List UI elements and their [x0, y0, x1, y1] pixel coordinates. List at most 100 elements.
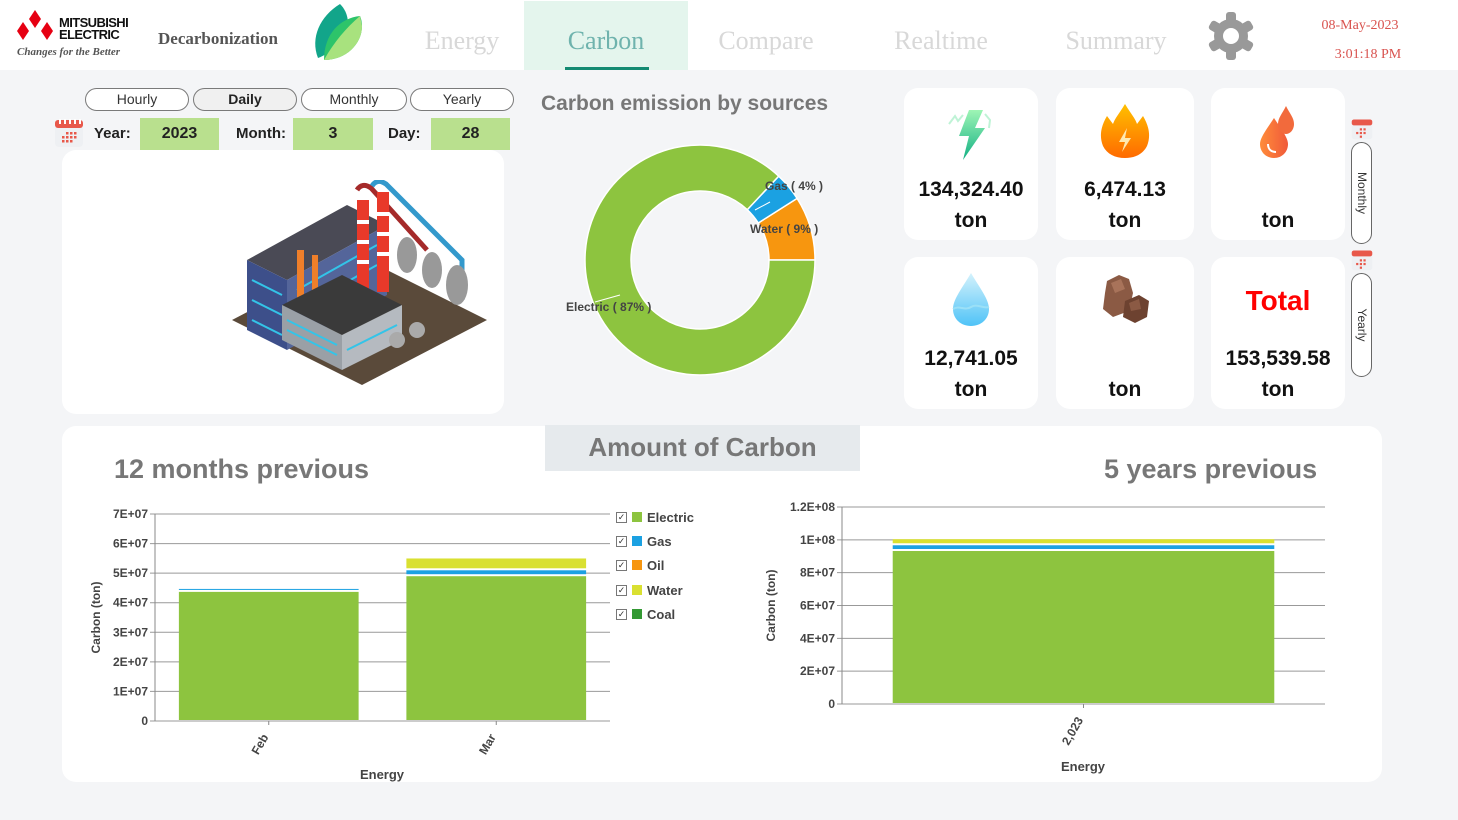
coal-unit: ton: [1108, 378, 1142, 401]
legend-swatch: [632, 585, 642, 595]
yearly-carbon-bar-chart: 0 2E+07 4E+07 6E+07 8E+07 1E+08 1.2E+08 2,023 En…: [764, 500, 1325, 774]
legend-item-electric[interactable]: ✓ Electric: [616, 508, 694, 526]
tab-carbon[interactable]: Carbon: [524, 1, 688, 70]
y-tick-label: 0: [828, 697, 835, 711]
x-tick-label: Mar: [476, 731, 499, 757]
legend-swatch: [632, 512, 642, 522]
three-diamonds-icon: [17, 10, 53, 40]
electric-unit: ton: [954, 209, 988, 232]
water-unit: ton: [954, 378, 988, 401]
legend-swatch: [632, 536, 642, 546]
active-tab-underline: [565, 67, 649, 70]
lightning-bolt-icon: [948, 110, 992, 160]
legend-checkbox[interactable]: ✓: [616, 559, 627, 571]
five-years-title: 5 years previous: [1104, 454, 1318, 484]
twelve-months-title: 12 months previous: [114, 454, 370, 484]
legend-label: Electric: [647, 509, 694, 525]
brand-line-2: ELECTRIC: [59, 27, 120, 42]
x-tick-label: 2,023: [1059, 714, 1086, 747]
x-axis-label: Energy: [360, 767, 405, 782]
day-field[interactable]: 28: [431, 118, 510, 150]
tab-compare-label: Compare: [718, 26, 814, 55]
coal-stat-card: ton: [1056, 257, 1194, 409]
bar-gas-2023: [892, 545, 1275, 550]
y-tick-label: 6E+07: [113, 537, 148, 551]
period-yearly-button[interactable]: Yearly: [410, 88, 514, 111]
donut-chart-title: Carbon emission by sources: [541, 92, 829, 115]
brand-slogan: Changes for the Better: [17, 46, 120, 58]
legend-item-gas[interactable]: ✓ Gas: [616, 532, 672, 550]
legend-checkbox[interactable]: ✓: [616, 608, 627, 620]
total-label: Total: [1245, 285, 1311, 316]
tab-compare[interactable]: Compare: [696, 1, 836, 70]
legend-item-water[interactable]: ✓ Water: [616, 581, 683, 599]
tab-carbon-label: Carbon: [567, 26, 645, 55]
tab-energy[interactable]: Energy: [402, 1, 522, 70]
legend-item-coal[interactable]: ✓ Coal: [616, 605, 675, 623]
period-daily-button[interactable]: Daily: [193, 88, 297, 111]
yearly-side-button[interactable]: Yearly: [1351, 273, 1372, 377]
x-axis-label: Energy: [1061, 759, 1106, 774]
legend-label: Gas: [647, 533, 672, 549]
bar-water-2023: [892, 539, 1275, 544]
yearly-side-label: Yearly: [1354, 308, 1369, 342]
month-field[interactable]: 3: [293, 118, 373, 150]
tab-summary-label: Summary: [1065, 26, 1167, 55]
oil-drop-icon: [1260, 106, 1294, 158]
period-monthly-button[interactable]: Monthly: [301, 88, 407, 111]
y-tick-label: 3E+07: [113, 625, 148, 639]
total-value: 153,539.58: [1225, 347, 1331, 370]
year-label: Year:: [94, 125, 131, 142]
oil-unit: ton: [1261, 209, 1295, 232]
electric-stat-card: 134,324.40 ton: [904, 88, 1038, 240]
tab-summary[interactable]: Summary: [1046, 1, 1186, 70]
tab-realtime[interactable]: Realtime: [870, 1, 1012, 70]
monthly-side-button[interactable]: Monthly: [1351, 142, 1372, 244]
legend-label: Oil: [647, 557, 665, 573]
amount-of-carbon-title: Amount of Carbon: [545, 425, 860, 471]
bar-gas-feb: [178, 588, 359, 590]
y-tick-label: 2E+07: [800, 664, 835, 678]
period-hourly-button[interactable]: Hourly: [85, 88, 189, 111]
y-tick-label: 4E+07: [113, 596, 148, 610]
gas-value: 6,474.13: [1084, 178, 1166, 201]
legend-swatch: [632, 609, 642, 619]
bar-water-mar: [406, 558, 587, 569]
monthly-carbon-bar-chart: 0 1E+07 2E+07 3E+07 4E+07 5E+07 6E+07 7E+07 Feb M…: [89, 507, 610, 782]
legend-swatch: [632, 560, 642, 570]
donut-label-electric: Electric ( 87% ): [566, 300, 651, 314]
y-tick-label: 7E+07: [113, 507, 148, 521]
factory-card: [62, 150, 504, 414]
water-drop-icon: [952, 273, 990, 326]
y-axis-label: Carbon (ton): [89, 582, 103, 654]
coal-rock-icon: [1103, 275, 1149, 323]
donut-label-water: Water ( 9% ): [750, 222, 818, 236]
year-field[interactable]: 2023: [140, 118, 219, 150]
legend-label: Coal: [647, 606, 676, 622]
settings-gear-icon[interactable]: [1206, 11, 1256, 61]
y-tick-label: 6E+07: [800, 599, 835, 613]
gas-flame-icon: [1100, 104, 1150, 158]
calendar-icon[interactable]: [54, 118, 84, 148]
carbon-source-donut-chart: Gas ( 4% ) Water ( 9% ) Electric ( 87% ): [566, 144, 823, 376]
donut-label-gas: Gas ( 4% ): [765, 179, 823, 193]
monthly-calendar-icon[interactable]: [1351, 118, 1373, 140]
yearly-calendar-icon[interactable]: [1351, 249, 1373, 271]
y-tick-label: 4E+07: [800, 631, 835, 645]
legend-item-oil[interactable]: ✓ Oil: [616, 556, 664, 574]
gas-stat-card: 6,474.13 ton: [1056, 88, 1194, 240]
y-tick-label: 1E+08: [800, 533, 835, 547]
y-tick-label: 1E+07: [113, 684, 148, 698]
legend-checkbox[interactable]: ✓: [616, 511, 627, 523]
current-date: 08-May-2023: [1321, 18, 1399, 33]
bar-electric-2023: [892, 551, 1275, 703]
gas-unit: ton: [1108, 209, 1142, 232]
factory-illustration-icon: [232, 180, 487, 385]
current-time: 3:01:18 PM: [1334, 47, 1402, 62]
oil-stat-card: ton: [1211, 88, 1345, 240]
app-title: Decarbonization: [158, 29, 278, 48]
legend-checkbox[interactable]: ✓: [616, 535, 627, 547]
y-tick-label: 1.2E+08: [790, 500, 835, 514]
tab-realtime-label: Realtime: [894, 26, 988, 55]
legend-checkbox[interactable]: ✓: [616, 584, 627, 596]
